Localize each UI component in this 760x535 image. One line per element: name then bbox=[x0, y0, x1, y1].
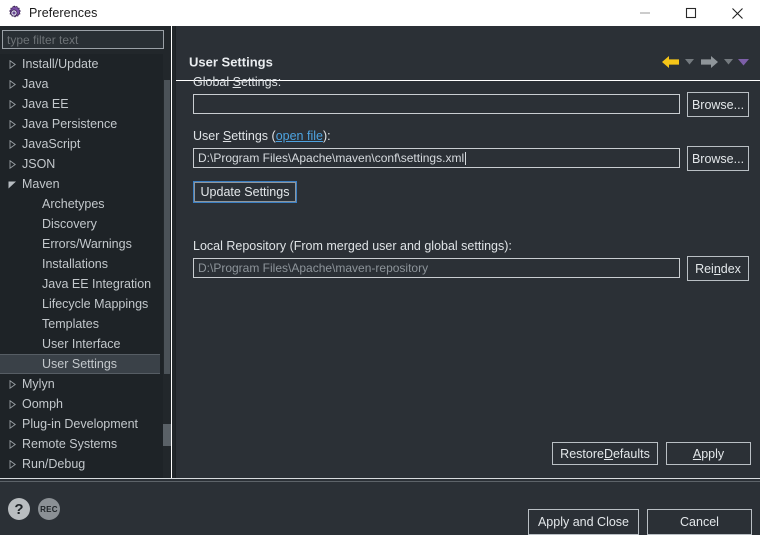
sidebar-item-errors-warnings[interactable]: Errors/Warnings bbox=[0, 234, 163, 254]
record-icon[interactable]: REC bbox=[38, 498, 60, 520]
twisty-collapsed-icon[interactable] bbox=[4, 400, 20, 409]
window-controls bbox=[622, 0, 760, 26]
help-question-icon[interactable]: ? bbox=[8, 498, 30, 520]
twisty-collapsed-icon[interactable] bbox=[4, 100, 20, 109]
sidebar-item-label: Run/Debug bbox=[20, 457, 85, 471]
view-menu-chevron-down-icon[interactable] bbox=[736, 52, 751, 72]
sidebar-item-label: Java EE bbox=[20, 97, 69, 111]
global-settings-input[interactable] bbox=[193, 94, 680, 114]
twisty-collapsed-icon[interactable] bbox=[4, 140, 20, 149]
user-settings-input[interactable]: D:\Program Files\Apache\maven\conf\setti… bbox=[193, 148, 680, 168]
sidebar-item-label: JavaScript bbox=[20, 137, 80, 151]
forward-arrow-icon[interactable] bbox=[697, 52, 721, 72]
twisty-collapsed-icon[interactable] bbox=[4, 380, 20, 389]
open-file-link[interactable]: open file bbox=[276, 129, 323, 143]
twisty-collapsed-icon[interactable] bbox=[4, 460, 20, 469]
sidebar-item-oomph[interactable]: Oomph bbox=[0, 394, 163, 414]
global-settings-label: Global Settings: bbox=[193, 75, 281, 89]
twisty-collapsed-icon[interactable] bbox=[4, 60, 20, 69]
user-settings-label: User Settings (open file): bbox=[193, 129, 331, 143]
twisty-collapsed-icon[interactable] bbox=[4, 160, 20, 169]
sidebar-item-label: JSON bbox=[20, 157, 55, 171]
global-settings-browse-button[interactable]: Browse... bbox=[687, 92, 749, 117]
sidebar-item-label: Installations bbox=[4, 257, 108, 271]
sidebar-item-label: Maven bbox=[20, 177, 60, 191]
preferences-gear-icon bbox=[6, 5, 22, 21]
sidebar-item-java[interactable]: Java bbox=[0, 74, 163, 94]
maximize-button[interactable] bbox=[668, 0, 714, 26]
panel-divider bbox=[171, 26, 172, 478]
cancel-button[interactable]: Cancel bbox=[647, 509, 752, 535]
page-navigation-icons bbox=[658, 52, 751, 72]
twisty-collapsed-icon[interactable] bbox=[4, 80, 20, 89]
text-caret bbox=[465, 152, 466, 165]
restore-defaults-button[interactable]: Restore Defaults bbox=[552, 442, 658, 465]
tree-scrollbar-track bbox=[164, 80, 170, 374]
page-title: User Settings bbox=[189, 55, 273, 70]
sidebar-item-java-persistence[interactable]: Java Persistence bbox=[0, 114, 163, 134]
sidebar-item-label: Install/Update bbox=[20, 57, 98, 71]
minimize-button[interactable] bbox=[622, 0, 668, 26]
sidebar-item-label: Java bbox=[20, 77, 48, 91]
window-title: Preferences bbox=[29, 6, 98, 20]
twisty-collapsed-icon[interactable] bbox=[4, 420, 20, 429]
sidebar-item-java-ee[interactable]: Java EE bbox=[0, 94, 163, 114]
local-repository-input[interactable]: D:\Program Files\Apache\maven-repository bbox=[193, 258, 680, 278]
preferences-tree[interactable]: Install/Update Java Java EE Java Persistenc… bbox=[0, 54, 163, 478]
preferences-dialog: Install/Update Java Java EE Java Persistenc… bbox=[0, 26, 760, 509]
footer-button-group: Apply and Close Cancel bbox=[528, 509, 752, 535]
twisty-collapsed-icon[interactable] bbox=[4, 440, 20, 449]
footer-icon-group: ? REC bbox=[8, 498, 60, 520]
forward-menu-chevron-down-icon[interactable] bbox=[721, 52, 736, 72]
sidebar-item-javascript[interactable]: JavaScript bbox=[0, 134, 163, 154]
sidebar-item-user-interface[interactable]: User Interface bbox=[0, 334, 163, 354]
footer-separator-light bbox=[0, 478, 760, 479]
sidebar-item-templates[interactable]: Templates bbox=[0, 314, 163, 334]
reindex-button[interactable]: Reindex bbox=[687, 256, 749, 281]
back-menu-chevron-down-icon[interactable] bbox=[682, 52, 697, 72]
sidebar-item-label: Errors/Warnings bbox=[4, 237, 132, 251]
update-settings-button[interactable]: Update Settings bbox=[193, 181, 297, 203]
sidebar-item-archetypes[interactable]: Archetypes bbox=[0, 194, 163, 214]
sidebar-item-discovery[interactable]: Discovery bbox=[0, 214, 163, 234]
sidebar-item-label: Remote Systems bbox=[20, 437, 117, 451]
sidebar-item-label: Java Persistence bbox=[20, 117, 117, 131]
close-button[interactable] bbox=[714, 0, 760, 26]
sidebar-item-user-settings[interactable]: User Settings bbox=[0, 354, 160, 374]
sidebar-item-label: Templates bbox=[4, 317, 99, 331]
apply-button[interactable]: Apply bbox=[666, 442, 751, 465]
apply-and-close-button[interactable]: Apply and Close bbox=[528, 509, 639, 535]
sidebar-item-label: Archetypes bbox=[4, 197, 105, 211]
sidebar-item-installations[interactable]: Installations bbox=[0, 254, 163, 274]
sidebar-item-maven[interactable]: Maven bbox=[0, 174, 163, 194]
sidebar-item-mylyn[interactable]: Mylyn bbox=[0, 374, 163, 394]
twisty-collapsed-icon[interactable] bbox=[4, 120, 20, 129]
local-repository-label: Local Repository (From merged user and g… bbox=[193, 239, 512, 253]
settings-content-panel: User Settings Glob bbox=[176, 26, 760, 478]
sidebar-item-label: User Settings bbox=[4, 357, 117, 371]
sidebar-item-label: User Interface bbox=[4, 337, 121, 351]
sidebar-item-label: Lifecycle Mappings bbox=[4, 297, 148, 311]
sidebar-item-label: Java EE Integration bbox=[4, 277, 151, 291]
tree-scrollbar-thumb[interactable] bbox=[163, 424, 171, 446]
sidebar-item-label: Plug-in Development bbox=[20, 417, 138, 431]
back-arrow-icon[interactable] bbox=[658, 52, 682, 72]
preferences-sidebar: Install/Update Java Java EE Java Persistenc… bbox=[0, 26, 175, 478]
sidebar-item-label: Discovery bbox=[4, 217, 97, 231]
filter-input[interactable] bbox=[2, 30, 164, 49]
sidebar-item-remote-systems[interactable]: Remote Systems bbox=[0, 434, 163, 454]
window-title-bar: Preferences bbox=[0, 0, 760, 26]
user-settings-browse-button[interactable]: Browse... bbox=[687, 146, 749, 171]
twisty-expanded-icon[interactable] bbox=[4, 180, 20, 189]
sidebar-item-json[interactable]: JSON bbox=[0, 154, 163, 174]
sidebar-item-install-update[interactable]: Install/Update bbox=[0, 54, 163, 74]
sidebar-item-label: Oomph bbox=[20, 397, 63, 411]
sidebar-item-plug-in-development[interactable]: Plug-in Development bbox=[0, 414, 163, 434]
sidebar-item-lifecycle-mappings[interactable]: Lifecycle Mappings bbox=[0, 294, 163, 314]
sidebar-item-label: Mylyn bbox=[20, 377, 55, 391]
sidebar-item-java-ee-integration[interactable]: Java EE Integration bbox=[0, 274, 163, 294]
sidebar-item-run-debug[interactable]: Run/Debug bbox=[0, 454, 163, 474]
tree-vertical-scrollbar[interactable] bbox=[163, 54, 171, 478]
filter-input-wrapper bbox=[2, 30, 164, 49]
